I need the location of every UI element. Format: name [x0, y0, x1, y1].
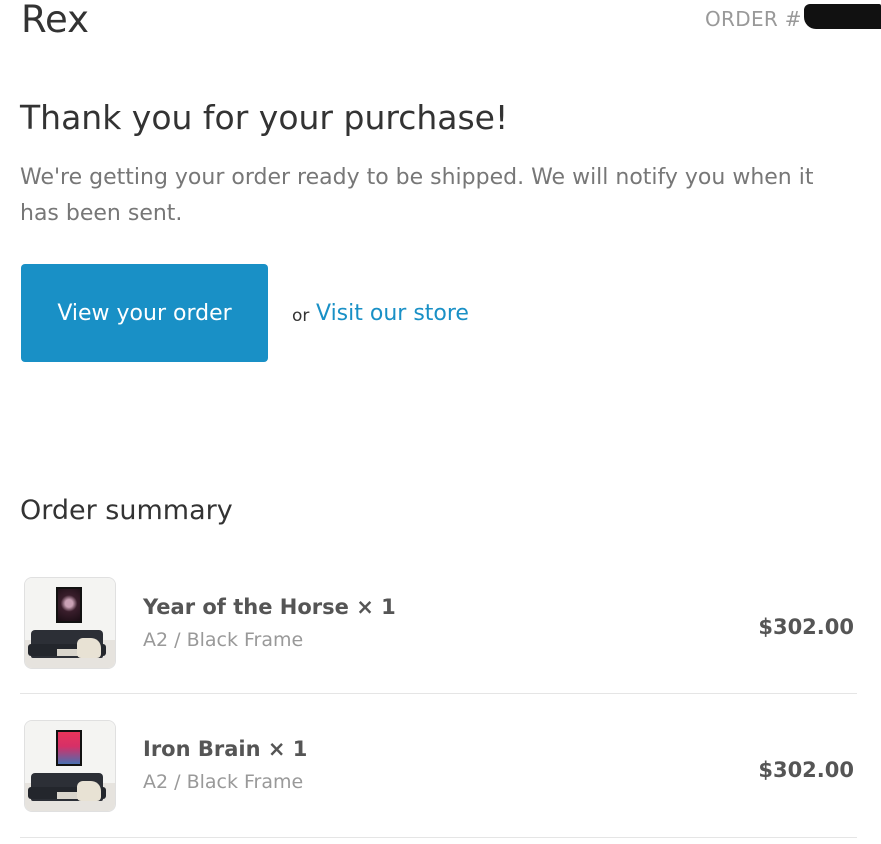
- item-price: $302.00: [758, 615, 854, 639]
- poster-art: [58, 732, 80, 764]
- poster-frame: [56, 587, 82, 623]
- order-summary-title: Order summary: [20, 495, 233, 526]
- confirmation-message: We're getting your order ready to be shi…: [20, 165, 814, 226]
- line-item: Iron Brain × 1 A2 / Black Frame $302.00: [20, 694, 857, 838]
- visit-store-link[interactable]: Visit our store: [316, 298, 469, 330]
- page-title: Thank you for your purchase!: [20, 98, 509, 137]
- product-thumbnail: [24, 720, 116, 812]
- item-title: Iron Brain × 1: [143, 737, 308, 761]
- poster-art: [58, 589, 80, 621]
- item-variant: A2 / Black Frame: [143, 629, 304, 651]
- poster-frame: [56, 730, 82, 766]
- or-separator: or: [292, 306, 310, 326]
- item-price: $302.00: [758, 758, 854, 782]
- blanket-shape: [77, 781, 101, 801]
- blanket-shape: [77, 638, 101, 658]
- item-title: Year of the Horse × 1: [143, 595, 396, 619]
- item-variant: A2 / Black Frame: [143, 771, 304, 793]
- view-order-button[interactable]: View your order: [21, 264, 268, 362]
- order-number: ORDER #: [705, 7, 802, 31]
- product-thumbnail: [24, 577, 116, 669]
- brand-logo[interactable]: Rex: [21, 0, 89, 44]
- line-item: Year of the Horse × 1 A2 / Black Frame $…: [20, 550, 857, 694]
- order-number-redaction-tail: [862, 22, 881, 29]
